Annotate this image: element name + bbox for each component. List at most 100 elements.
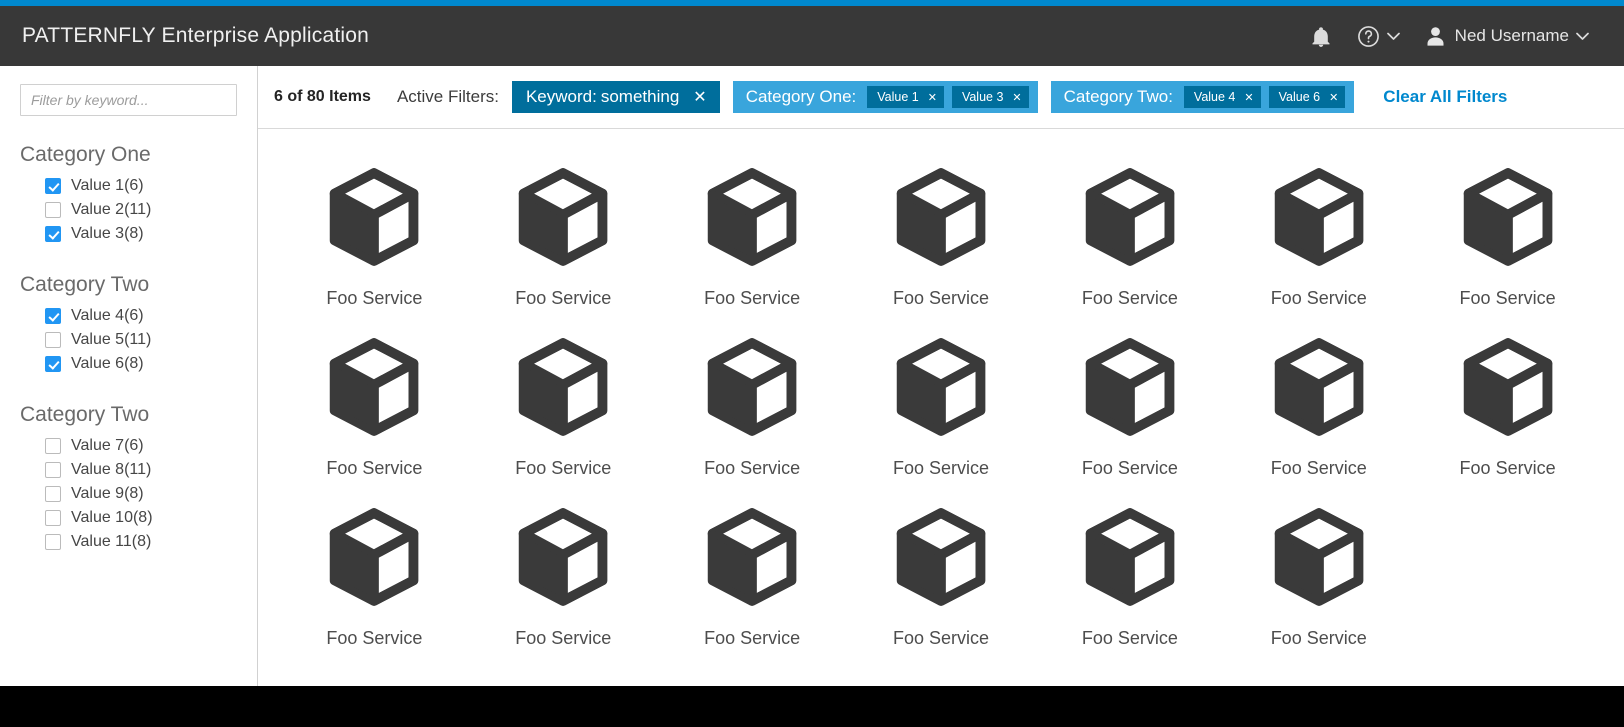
keyword-chip-key: Keyword: — [525, 87, 597, 106]
service-card[interactable]: Foo Service — [469, 497, 658, 649]
checkbox-unchecked-icon[interactable] — [45, 510, 61, 526]
filter-option[interactable]: Value 2(11) — [0, 198, 257, 222]
service-card[interactable]: Foo Service — [847, 157, 1036, 309]
cube-icon — [325, 507, 423, 612]
checkbox-checked-icon[interactable] — [45, 178, 61, 194]
checkbox-unchecked-icon[interactable] — [45, 462, 61, 478]
checkbox-unchecked-icon[interactable] — [45, 486, 61, 502]
filter-chip-group: Category Two: Value 4 ✕ Value 6 ✕ — [1050, 81, 1355, 113]
service-card[interactable]: Foo Service — [1035, 327, 1224, 479]
filter-option-label: Value 10(8) — [71, 509, 153, 526]
filter-option-label: Value 5(11) — [71, 331, 152, 348]
filter-chip[interactable]: Value 1 ✕ — [867, 86, 944, 108]
service-card[interactable]: Foo Service — [658, 327, 847, 479]
filter-chip[interactable]: Value 4 ✕ — [1183, 86, 1261, 108]
checkbox-unchecked-icon[interactable] — [45, 202, 61, 218]
filter-option[interactable]: Value 4(6) — [0, 304, 257, 328]
service-card-label: Foo Service — [704, 458, 801, 478]
chevron-down-icon — [1386, 32, 1400, 41]
filter-group: Category Two Value 7(6) Value 8(11) Value 9… — [0, 403, 257, 554]
checkbox-checked-icon[interactable] — [45, 356, 61, 372]
service-card-label: Foo Service — [1459, 288, 1556, 308]
filter-option-label: Value 8(11) — [71, 461, 152, 478]
filter-chip[interactable]: Value 3 ✕ — [951, 86, 1029, 108]
cube-icon — [892, 337, 990, 442]
cube-icon — [703, 337, 801, 442]
cube-icon — [1270, 507, 1368, 612]
filter-option[interactable]: Value 10(8) — [0, 506, 257, 530]
close-icon[interactable]: ✕ — [1012, 92, 1021, 103]
service-card[interactable]: Foo Service — [280, 327, 469, 479]
close-icon[interactable]: ✕ — [928, 92, 937, 103]
page-body: Category One Value 1(6) Value 2(11) Value 3… — [0, 66, 1624, 686]
filter-option-label: Value 6(8) — [71, 355, 144, 372]
filter-option[interactable]: Value 3(8) — [0, 222, 257, 246]
service-card-label: Foo Service — [1081, 628, 1178, 648]
service-card-label: Foo Service — [1459, 458, 1556, 478]
service-card-label: Foo Service — [515, 458, 612, 478]
filter-option-label: Value 3(8) — [71, 225, 144, 242]
filter-option[interactable]: Value 8(11) — [0, 458, 257, 482]
service-card[interactable]: Foo Service — [280, 497, 469, 649]
service-card[interactable]: Foo Service — [1035, 157, 1224, 309]
filter-option[interactable]: Value 7(6) — [0, 434, 257, 458]
service-card-label: Foo Service — [326, 628, 423, 648]
cube-icon — [1081, 167, 1179, 272]
service-card[interactable]: Foo Service — [1224, 497, 1413, 649]
close-icon[interactable]: ✕ — [1329, 92, 1338, 103]
close-icon[interactable]: ✕ — [693, 89, 706, 105]
filter-chip[interactable]: Value 6 ✕ — [1268, 86, 1346, 108]
keyword-filter-input[interactable] — [20, 84, 237, 116]
filter-option-label: Value 4(6) — [71, 307, 144, 324]
service-card[interactable]: Foo Service — [1224, 327, 1413, 479]
filter-option[interactable]: Value 11(8) — [0, 530, 257, 554]
service-card-label: Foo Service — [1081, 288, 1178, 308]
service-card[interactable]: Foo Service — [1413, 157, 1602, 309]
filter-option[interactable]: Value 9(8) — [0, 482, 257, 506]
service-card[interactable]: Foo Service — [469, 327, 658, 479]
cube-icon — [1270, 337, 1368, 442]
user-menu-button[interactable]: Ned Username — [1413, 6, 1602, 66]
close-icon[interactable]: ✕ — [1244, 92, 1253, 103]
service-card[interactable]: Foo Service — [847, 327, 1036, 479]
cube-icon — [1459, 337, 1557, 442]
clear-all-filters-link[interactable]: Clear All Filters — [1383, 87, 1507, 107]
filter-option-label: Value 1(6) — [71, 177, 144, 194]
service-card[interactable]: Foo Service — [658, 497, 847, 649]
service-card[interactable]: Foo Service — [1224, 157, 1413, 309]
checkbox-unchecked-icon[interactable] — [45, 534, 61, 550]
checkbox-unchecked-icon[interactable] — [45, 438, 61, 454]
item-count-label: 6 of 80 Items — [274, 88, 371, 105]
help-menu-button[interactable] — [1344, 6, 1413, 66]
service-card-label: Foo Service — [704, 288, 801, 308]
service-card-label: Foo Service — [515, 288, 612, 308]
filter-chip-keyword[interactable]: Keyword: something ✕ — [511, 81, 720, 113]
service-card-label: Foo Service — [515, 628, 612, 648]
notifications-button[interactable] — [1298, 6, 1344, 66]
filter-group-title: Category Two — [20, 403, 150, 426]
cube-icon — [1081, 507, 1179, 612]
service-card[interactable]: Foo Service — [280, 157, 469, 309]
checkbox-checked-icon[interactable] — [45, 226, 61, 242]
checkbox-checked-icon[interactable] — [45, 308, 61, 324]
filter-option[interactable]: Value 6(8) — [0, 352, 257, 376]
filter-chip-group: Category One: Value 1 ✕ Value 3 ✕ — [732, 81, 1038, 113]
cube-icon — [514, 337, 612, 442]
service-card[interactable]: Foo Service — [1035, 497, 1224, 649]
checkbox-unchecked-icon[interactable] — [45, 332, 61, 348]
service-card[interactable]: Foo Service — [469, 157, 658, 309]
cube-icon — [514, 507, 612, 612]
filter-option[interactable]: Value 5(11) — [0, 328, 257, 352]
service-card[interactable]: Foo Service — [1413, 327, 1602, 479]
filter-option-label: Value 9(8) — [71, 485, 144, 502]
service-card[interactable]: Foo Service — [847, 497, 1036, 649]
filter-option[interactable]: Value 1(6) — [0, 174, 257, 198]
cube-icon — [325, 167, 423, 272]
masthead-actions: Ned Username — [1298, 6, 1602, 66]
active-filters-label: Active Filters: — [396, 87, 499, 106]
cube-icon — [1459, 167, 1557, 272]
service-card-label: Foo Service — [892, 628, 990, 648]
filter-chip-label: Value 6 — [1278, 90, 1321, 104]
keyword-chip-value: something — [600, 87, 680, 106]
service-card[interactable]: Foo Service — [658, 157, 847, 309]
